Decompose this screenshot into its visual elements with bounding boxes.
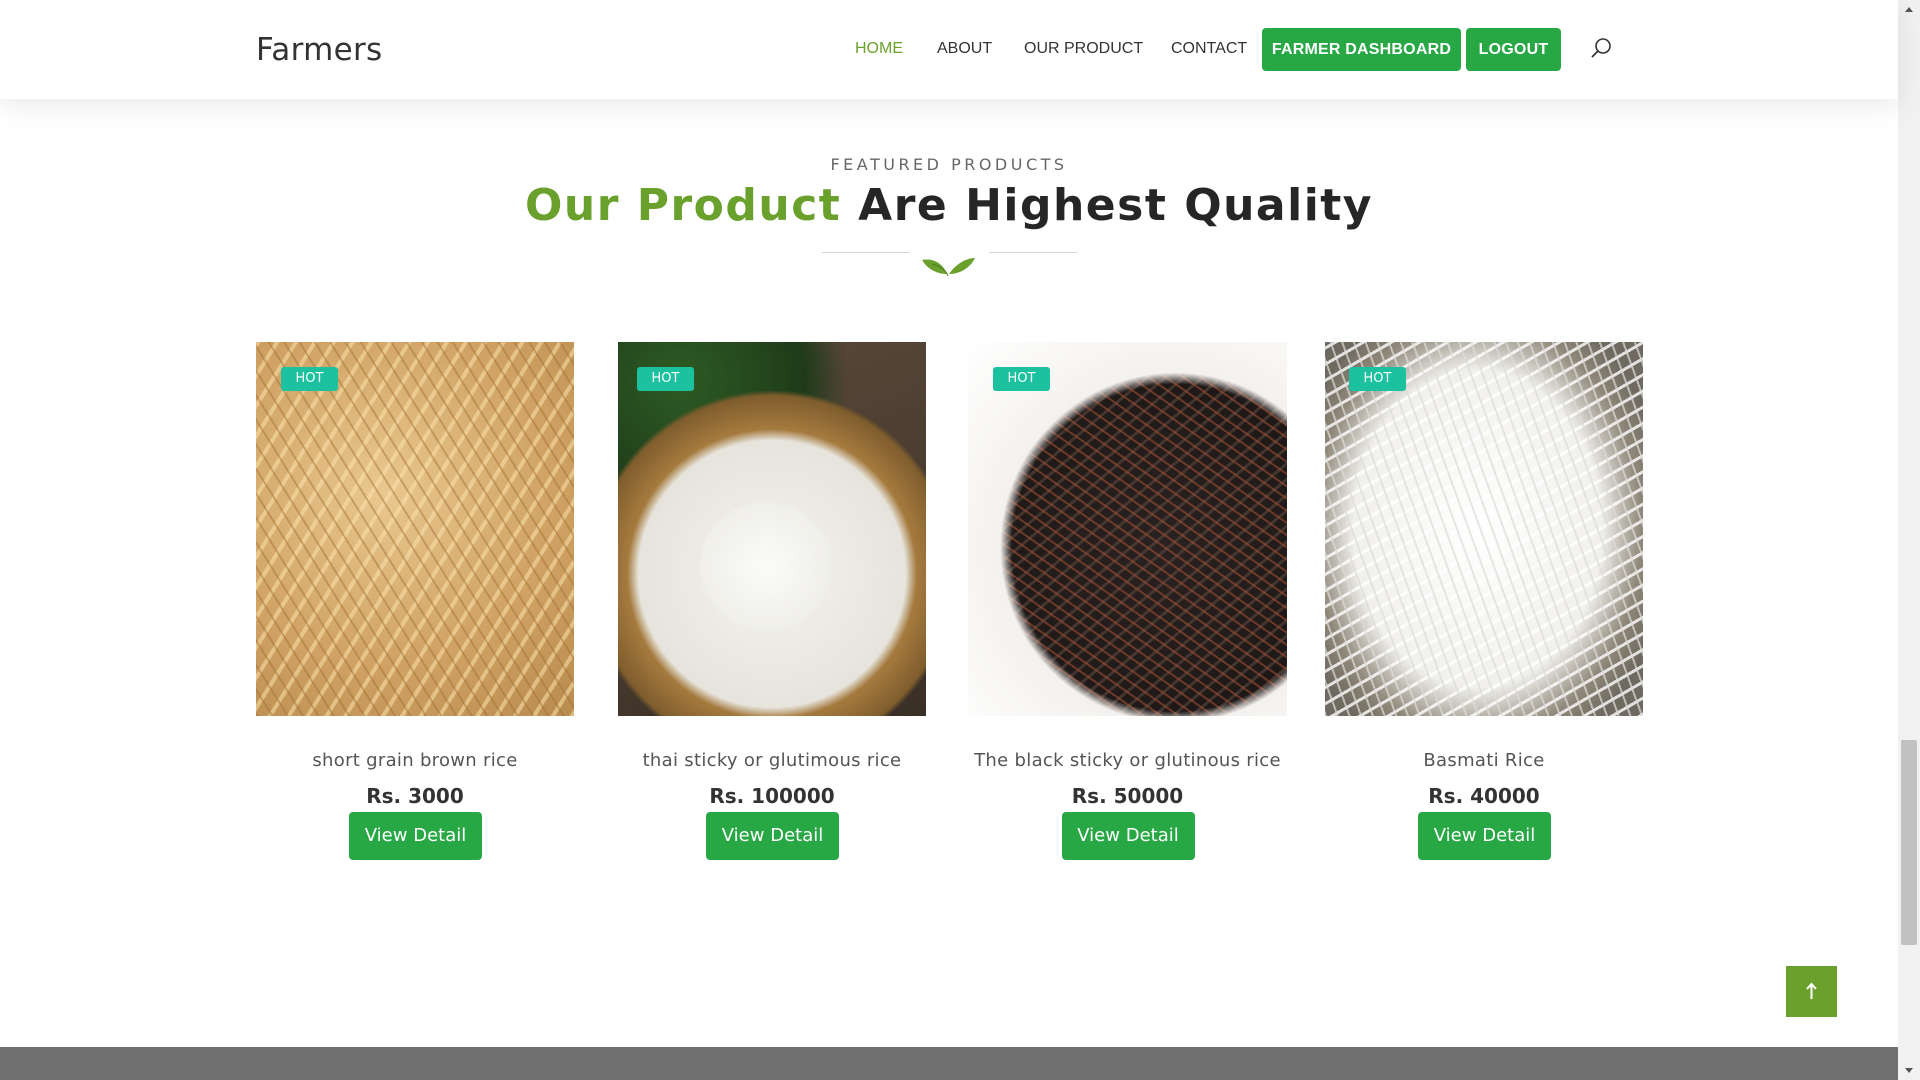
product-card: HOT short grain brown rice Rs. 3000 View… (256, 342, 574, 860)
product-name: short grain brown rice (312, 750, 518, 771)
product-price: Rs. 3000 (366, 784, 464, 808)
product-price: Rs. 40000 (1428, 784, 1540, 808)
view-detail-button[interactable]: View Detail (706, 812, 839, 860)
view-detail-button[interactable]: View Detail (1061, 812, 1195, 860)
nav-our-product[interactable]: OUR PRODUCT (1024, 40, 1143, 58)
view-detail-button[interactable]: View Detail (1418, 812, 1551, 860)
section-title-rest: Are Highest Quality (858, 180, 1373, 231)
section-title: Our Product Are Highest Quality (0, 180, 1898, 231)
scroll-to-top-button[interactable] (1786, 966, 1837, 1017)
product-image-brown-rice[interactable]: HOT (256, 342, 574, 716)
section-eyebrow: FEATURED PRODUCTS (830, 155, 1068, 174)
main-nav: HOME ABOUT OUR PRODUCT CONTACT FARMER DA… (0, 0, 1898, 99)
nav-home[interactable]: HOME (855, 40, 903, 58)
scroll-down-arrow-icon[interactable] (1898, 1062, 1920, 1080)
view-detail-button[interactable]: View Detail (349, 812, 482, 860)
hot-badge: HOT (281, 367, 338, 391)
product-card: HOT thai sticky or glutimous rice Rs. 10… (618, 342, 926, 860)
hot-badge: HOT (637, 367, 694, 391)
hot-badge: HOT (993, 367, 1050, 391)
leaf-icon (922, 258, 975, 277)
product-image-basmati-rice[interactable]: HOT (1325, 342, 1643, 716)
arrow-up-icon (1806, 982, 1817, 999)
site-header: Farmers HOME ABOUT OUR PRODUCT CONTACT F… (0, 0, 1898, 99)
divider-right (989, 252, 1077, 253)
product-name: thai sticky or glutimous rice (642, 750, 902, 771)
logout-button[interactable]: LOGOUT (1466, 28, 1561, 71)
product-price: Rs. 50000 (1071, 784, 1184, 808)
hot-badge: HOT (1349, 367, 1406, 391)
product-name: The black sticky or glutinous rice (974, 750, 1281, 771)
footer-band (0, 1047, 1898, 1080)
scrollbar-thumb[interactable] (1901, 740, 1917, 945)
product-name: Basmati Rice (1423, 750, 1545, 771)
divider-left (822, 252, 910, 253)
nav-about[interactable]: ABOUT (937, 40, 992, 58)
product-card: HOT Basmati Rice Rs. 40000 View Detail (1325, 342, 1643, 860)
section-title-accent: Our Product (524, 180, 842, 231)
product-image-black-sticky-rice[interactable]: HOT (968, 342, 1287, 716)
farmer-dashboard-button[interactable]: FARMER DASHBOARD (1262, 28, 1461, 71)
nav-contact[interactable]: CONTACT (1171, 40, 1247, 58)
product-price: Rs. 100000 (709, 784, 835, 808)
search-icon[interactable] (1590, 36, 1614, 60)
product-image-thai-sticky-rice[interactable]: HOT (618, 342, 926, 716)
scroll-up-arrow-icon[interactable] (1898, 0, 1920, 18)
product-card: HOT The black sticky or glutinous rice R… (968, 342, 1287, 860)
